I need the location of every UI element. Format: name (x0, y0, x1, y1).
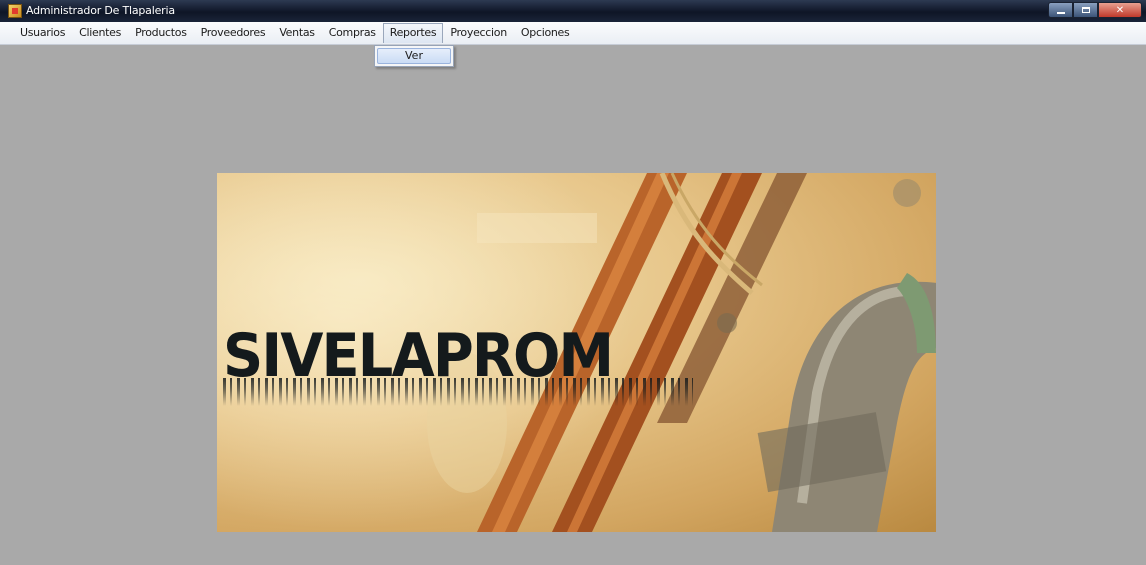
menu-compras[interactable]: Compras (322, 23, 383, 43)
menu-opciones[interactable]: Opciones (514, 23, 577, 43)
close-icon: ✕ (1115, 4, 1125, 16)
menu-ventas[interactable]: Ventas (272, 23, 321, 43)
minimize-icon (1056, 12, 1065, 14)
menu-bar: Usuarios Clientes Productos Proveedores … (0, 22, 1146, 45)
dropdown-item-ver[interactable]: Ver (377, 48, 451, 64)
window-title: Administrador De Tlapaleria (26, 4, 175, 17)
close-button[interactable]: ✕ (1098, 2, 1142, 18)
window-controls: ✕ (1048, 2, 1142, 18)
reportes-dropdown: Ver (374, 45, 454, 67)
app-icon[interactable] (8, 4, 22, 18)
menu-proveedores[interactable]: Proveedores (194, 23, 273, 43)
minimize-button[interactable] (1048, 2, 1073, 18)
app-window: Administrador De Tlapaleria ✕ Usuarios C… (0, 0, 1146, 565)
menu-proyeccion[interactable]: Proyeccion (443, 23, 514, 43)
menu-productos[interactable]: Productos (128, 23, 194, 43)
banner-image: SIVELAPROM (217, 173, 936, 532)
logo-drips (223, 378, 693, 406)
menu-reportes[interactable]: Reportes (382, 23, 444, 43)
title-bar[interactable]: Administrador De Tlapaleria ✕ (0, 0, 1146, 22)
maximize-button[interactable] (1073, 2, 1098, 18)
menu-clientes[interactable]: Clientes (72, 23, 128, 43)
menu-usuarios[interactable]: Usuarios (13, 23, 72, 43)
maximize-icon (1081, 7, 1090, 13)
